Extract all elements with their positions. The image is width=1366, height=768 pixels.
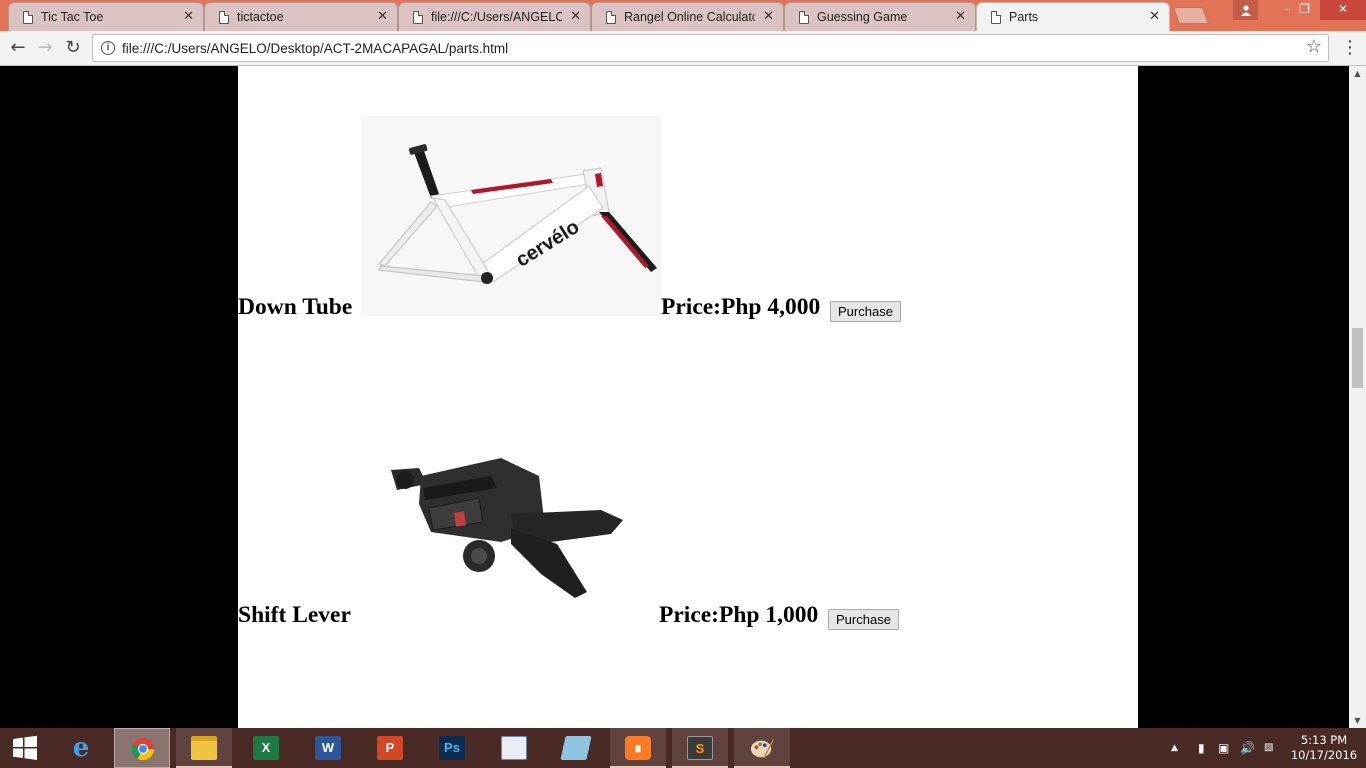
tab-tic-tac-toe[interactable]: Tic Tac Toe ✕ <box>8 2 204 31</box>
bookmark-star-icon[interactable]: ☆ <box>1306 36 1322 57</box>
reload-icon: ↻ <box>65 37 81 58</box>
scroll-up-icon[interactable]: ▲ <box>1349 66 1366 81</box>
part-name: Shift Lever <box>238 602 351 628</box>
taskbar-photoshop[interactable]: Ps <box>424 728 480 768</box>
xampp-icon: ∎ <box>625 736 651 760</box>
taskbar-mysql-installer[interactable] <box>486 728 542 768</box>
tab-title: Rangel Online Calculator <box>624 10 755 24</box>
bike-frame-image: cervélo <box>361 116 661 316</box>
paint-icon <box>750 738 774 759</box>
volume-icon[interactable]: 🔊 <box>1240 741 1255 755</box>
part-price: Price:Php 4,000 <box>661 294 821 320</box>
taskbar-notepad[interactable] <box>548 728 604 768</box>
scroll-down-icon[interactable]: ▼ <box>1349 713 1366 728</box>
page-icon <box>219 11 229 24</box>
part-price: Price:Php 1,000 <box>659 602 819 628</box>
close-icon[interactable]: ✕ <box>570 8 581 26</box>
close-icon[interactable]: ✕ <box>183 8 194 26</box>
taskbar-powerpoint[interactable]: P <box>362 728 418 768</box>
person-icon <box>1240 5 1251 16</box>
page-icon <box>606 11 616 24</box>
mysql-icon <box>501 736 527 760</box>
restore-button[interactable]: ❐ <box>1292 0 1317 20</box>
tab-title: Tic Tac Toe <box>41 10 104 24</box>
minimize-icon: – <box>1284 2 1291 16</box>
battery-icon[interactable]: ▮ <box>1198 741 1205 755</box>
tab-title: tictactoe <box>237 10 284 24</box>
close-icon[interactable]: ✕ <box>1149 8 1160 26</box>
excel-icon: X <box>253 736 279 760</box>
vertical-scrollbar[interactable]: ▲ ▼ <box>1349 66 1366 728</box>
taskbar-paint[interactable] <box>734 728 790 768</box>
close-icon: ✕ <box>1337 2 1349 16</box>
tab-parts[interactable]: Parts ✕ <box>976 2 1170 31</box>
taskbar-excel[interactable]: X <box>238 728 294 768</box>
powerpoint-icon: P <box>377 736 403 760</box>
taskbar-word[interactable]: W <box>300 728 356 768</box>
clock-date: 10/17/2016 <box>1290 748 1358 762</box>
taskbar-file-explorer[interactable] <box>176 728 232 768</box>
tab-title: file:///C:/Users/ANGELO/ <box>431 10 562 24</box>
tab-rangel-online-calculator[interactable]: Rangel Online Calculator ✕ <box>591 2 784 31</box>
network-signal-icon[interactable]: ▧ <box>1264 742 1273 753</box>
user-profile-button[interactable] <box>1233 0 1258 20</box>
page-icon <box>991 11 1001 24</box>
browser-toolbar: ← → ↻ i file:///C:/Users/ANGELO/Desktop/… <box>0 31 1366 66</box>
taskbar-xampp[interactable]: ∎ <box>610 728 666 768</box>
system-tray: ▲ ▮ ▣ 🔊 ▧ <box>1165 728 1285 768</box>
sublime-icon: S <box>687 736 713 760</box>
taskbar-clock[interactable]: 5:13 PM 10/17/2016 <box>1288 733 1360 763</box>
taskbar-chrome[interactable] <box>114 728 170 768</box>
photoshop-icon: Ps <box>439 736 465 760</box>
tab-title: Guessing Game <box>817 10 908 24</box>
arrow-right-icon: → <box>37 37 53 58</box>
chrome-icon <box>131 737 155 761</box>
notepad-icon <box>560 736 592 760</box>
restore-icon: ❐ <box>1299 2 1310 16</box>
page-icon <box>413 11 423 24</box>
close-icon[interactable]: ✕ <box>763 8 774 26</box>
purchase-button[interactable]: Purchase <box>828 609 899 630</box>
page-icon <box>799 11 809 24</box>
tab-title: Parts <box>1009 10 1039 24</box>
forward-button[interactable]: → <box>32 35 58 61</box>
close-icon[interactable]: ✕ <box>955 8 966 26</box>
word-icon: W <box>315 736 341 760</box>
page-viewport: cervélo Down Tube Price:Php 4,000 Purcha… <box>0 66 1349 728</box>
page-icon <box>23 11 33 24</box>
info-icon[interactable]: i <box>101 41 115 55</box>
address-bar[interactable]: i file:///C:/Users/ANGELO/Desktop/ACT-2M… <box>92 34 1329 62</box>
show-hidden-icons-icon[interactable]: ▲ <box>1171 743 1178 753</box>
taskbar-sublime-text[interactable]: S <box>672 728 728 768</box>
internet-explorer-icon: e <box>72 733 90 763</box>
close-icon[interactable]: ✕ <box>377 8 388 26</box>
file-explorer-icon <box>191 736 217 760</box>
menu-kebab-icon[interactable]: ⋮ <box>1340 35 1360 61</box>
window-close-button[interactable]: ✕ <box>1320 0 1366 20</box>
browser-tabstrip: Tic Tac Toe ✕ tictactoe ✕ file:///C:/Use… <box>0 0 1366 31</box>
start-button[interactable] <box>0 728 50 768</box>
scrollbar-thumb[interactable] <box>1352 328 1363 388</box>
part-name: Down Tube <box>238 294 353 320</box>
back-button[interactable]: ← <box>5 35 31 61</box>
windows-logo-icon <box>13 735 37 760</box>
arrow-left-icon: ← <box>10 37 26 58</box>
new-tab-button[interactable] <box>1172 7 1210 24</box>
tab-tictactoe[interactable]: tictactoe ✕ <box>204 2 398 31</box>
url-text[interactable]: file:///C:/Users/ANGELO/Desktop/ACT-2MAC… <box>122 41 508 56</box>
display-icon[interactable]: ▣ <box>1218 741 1229 755</box>
page-content: cervélo Down Tube Price:Php 4,000 Purcha… <box>238 66 1138 728</box>
clock-time: 5:13 PM <box>1300 733 1348 747</box>
reload-button[interactable]: ↻ <box>60 35 86 61</box>
windows-taskbar: e X W P Ps ∎ S ▲ ▮ ▣ 🔊 ▧ 5:13 PM 10/17/2… <box>0 728 1366 768</box>
tab-guessing-game[interactable]: Guessing Game ✕ <box>784 2 976 31</box>
purchase-button[interactable]: Purchase <box>830 301 901 322</box>
shift-lever-image <box>361 424 661 634</box>
tab-file-users-angelo[interactable]: file:///C:/Users/ANGELO/ ✕ <box>398 2 591 31</box>
taskbar-internet-explorer[interactable]: e <box>53 728 109 768</box>
